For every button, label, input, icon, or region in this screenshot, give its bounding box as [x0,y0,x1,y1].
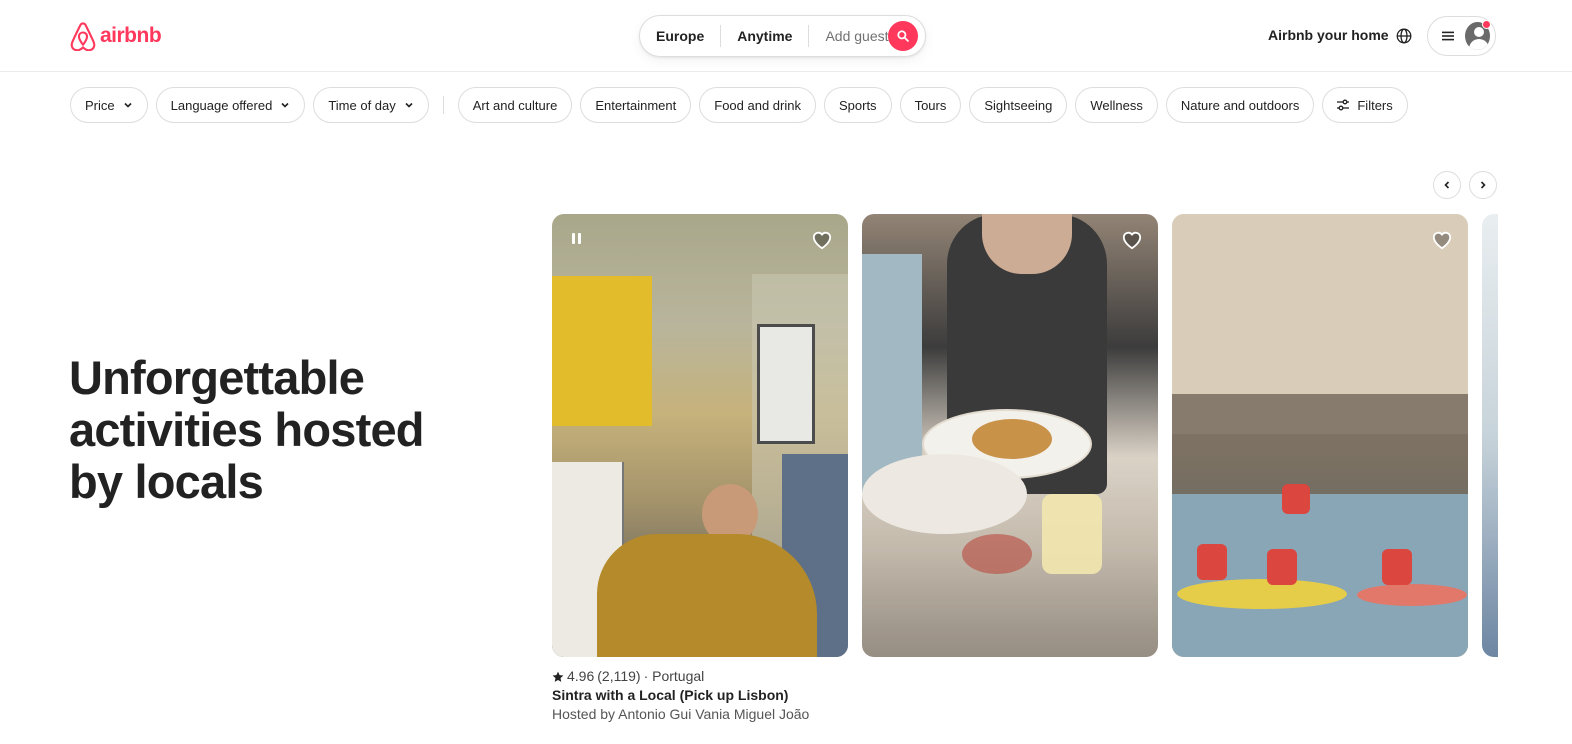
search-button[interactable] [888,21,918,51]
card-image-region [1172,394,1468,504]
card-image-region [1267,549,1297,585]
card-image-region [1357,584,1467,606]
card-image-region [597,534,817,657]
card-image-region [962,534,1032,574]
experience-card-partial[interactable] [1482,214,1498,657]
category-sports[interactable]: Sports [823,87,892,123]
carousel-next-button[interactable] [1469,171,1497,199]
review-count: (2,119) [597,668,641,684]
filter-divider [442,96,444,114]
airbnb-your-home-link[interactable]: Airbnb your home [1268,27,1389,43]
card-image-region [1197,544,1227,580]
filters-button-label: Filters [1357,97,1393,113]
experience-title[interactable]: Sintra with a Local (Pick up Lisbon) [552,686,852,705]
card-image-region [862,454,1027,534]
page-title-line: Unforgettable [69,351,365,404]
airbnb-logo-text: airbnb [100,24,162,47]
card-image-region [972,419,1052,459]
page-title-line: by locals [69,455,264,508]
language-button[interactable] [1393,25,1415,47]
experience-card-video[interactable] [552,214,848,657]
experience-card[interactable] [1172,214,1468,657]
language-filter[interactable]: Language offered [155,87,306,123]
card-image-region [1382,549,1412,585]
search-icon [897,30,909,42]
airbnb-logo-icon [70,22,96,51]
price-filter-label: Price [85,97,115,113]
category-food-and-drink[interactable]: Food and drink [699,87,816,123]
filters-button[interactable]: Filters [1322,87,1408,123]
destination-field[interactable]: Europe [640,28,720,44]
host-names: Hosted by Antonio Gui Vania Miguel João [552,706,810,722]
category-wellness[interactable]: Wellness [1075,87,1158,123]
time-of-day-filter-label: Time of day [328,97,396,113]
category-art-and-culture[interactable]: Art and culture [457,87,573,123]
card-image-region [1282,484,1310,514]
category-nature-and-outdoors[interactable]: Nature and outdoors [1165,87,1315,123]
carousel-prev-button[interactable] [1433,171,1461,199]
rating-value: 4.96 [567,668,595,684]
heart-icon [1122,231,1142,250]
filter-bar: Price Language offered Time of day Art a… [70,86,1408,124]
page-title: Unforgettable activities hosted by local… [69,352,489,508]
chevron-left-icon [1444,181,1450,189]
category-tours[interactable]: Tours [899,87,962,123]
category-sightseeing[interactable]: Sightseeing [969,87,1068,123]
hamburger-menu-icon [1442,31,1455,41]
heart-icon [812,231,832,250]
rating-row: 4.96 (2,119) · Portugal [552,667,852,686]
airbnb-logo[interactable]: airbnb [69,21,162,51]
chevron-down-icon [405,102,413,108]
search-bar[interactable]: Europe Anytime Add guests [639,15,926,57]
card-image-region [552,276,652,426]
globe-icon [1396,28,1412,44]
user-menu-button[interactable] [1427,16,1496,56]
experience-card-details: 4.96 (2,119) · Portugal Sintra with a Lo… [552,667,852,724]
heart-icon [1432,231,1452,250]
pause-icon[interactable] [572,233,586,247]
sliders-icon [1337,99,1350,111]
card-image-region [757,324,815,444]
dates-field[interactable]: Anytime [721,28,808,44]
location-label: · Portugal [643,668,705,684]
top-header: airbnb Europe Anytime Add guests Airbnb … [0,0,1572,72]
chevron-down-icon [124,102,132,108]
time-of-day-filter[interactable]: Time of day [313,87,429,123]
chevron-right-icon [1480,181,1486,189]
chevron-down-icon [281,102,289,108]
favorite-button[interactable] [810,228,834,252]
card-image-region [1177,579,1347,609]
page-title-line: activities hosted [69,403,425,456]
price-filter[interactable]: Price [70,87,148,123]
experience-card[interactable] [862,214,1158,657]
category-entertainment[interactable]: Entertainment [580,87,692,123]
card-image-region [1042,494,1102,574]
favorite-button[interactable] [1430,228,1454,252]
notification-dot [1482,20,1491,29]
favorite-button[interactable] [1120,228,1144,252]
star-icon [552,671,564,682]
language-filter-label: Language offered [170,97,273,113]
